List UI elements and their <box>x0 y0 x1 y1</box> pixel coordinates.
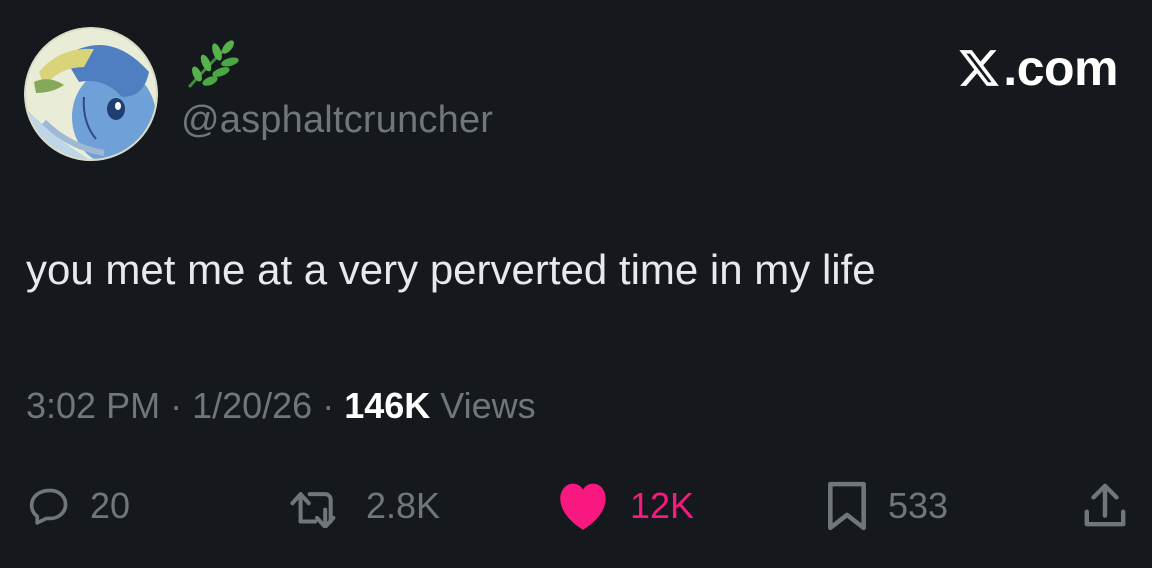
meta-separator: · <box>312 385 345 426</box>
user-handle[interactable]: @asphaltcruncher <box>181 96 493 144</box>
views-count[interactable]: 146K <box>344 385 430 426</box>
share-button[interactable] <box>1082 478 1128 534</box>
bookmark-button[interactable]: 533 <box>824 478 948 534</box>
brand-text: .com <box>1003 40 1118 96</box>
meta-separator: · <box>160 385 193 426</box>
bookmark-count: 533 <box>888 485 949 526</box>
reply-button[interactable]: 20 <box>28 478 130 534</box>
anime-girl-avatar-image <box>24 27 158 161</box>
avatar[interactable] <box>24 27 158 161</box>
retweet-icon <box>290 492 336 528</box>
like-button[interactable]: 12K <box>554 478 694 534</box>
reply-count: 20 <box>90 485 131 526</box>
tweet-date[interactable]: 1/20/26 <box>192 385 312 426</box>
tweet-card: @asphaltcruncher .com you met me at a ve… <box>0 0 1152 568</box>
retweet-button[interactable]: 2.8K <box>286 478 440 534</box>
bookmark-icon <box>828 481 866 531</box>
x-logo-icon <box>959 50 1000 86</box>
brand-logo: .com <box>957 38 1118 98</box>
tweet-meta: 3:02 PM · 1/20/26 · 146K Views <box>26 382 536 430</box>
views-label: Views <box>430 385 536 426</box>
like-count: 12K <box>630 485 695 526</box>
reply-icon <box>29 488 68 525</box>
retweet-count: 2.8K <box>366 485 441 526</box>
share-icon <box>1084 483 1126 527</box>
action-bar: 20 2.8K 12K 533 <box>0 478 1152 534</box>
heart-icon <box>560 483 606 530</box>
tweet-text: you met me at a very perverted time in m… <box>26 246 876 293</box>
herb-emoji-icon <box>188 40 239 88</box>
tweet-time[interactable]: 3:02 PM <box>26 385 160 426</box>
